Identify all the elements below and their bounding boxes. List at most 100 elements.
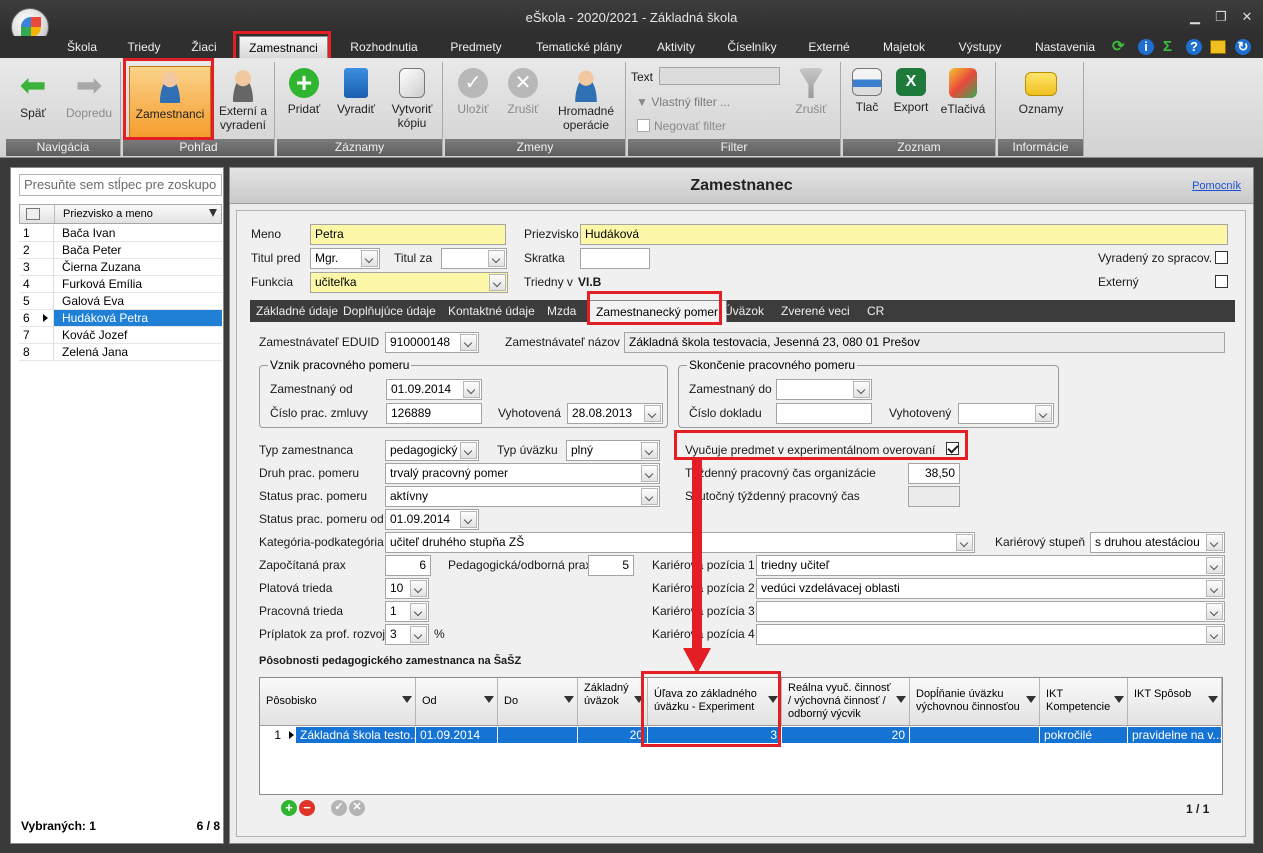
pracovna-trieda-select[interactable]: 1 (385, 601, 429, 622)
menu-nastavenia[interactable]: Nastavenia (1026, 36, 1104, 58)
funkcia-select[interactable]: učiteľka (310, 272, 508, 293)
col-ulava[interactable]: Úľava zo základného úväzku - Experiment (648, 678, 782, 726)
add-row-icon[interactable]: + (281, 800, 297, 816)
cell-ulava[interactable]: 3 (648, 727, 782, 743)
tyzdenny-cas-field[interactable]: 38,50 (908, 463, 960, 484)
col-ikt-sposob[interactable]: IKT Spôsob (1128, 678, 1222, 726)
do-date[interactable] (776, 379, 872, 400)
list-item[interactable]: 4 Furková Emília (19, 276, 222, 293)
status-select[interactable]: aktívny (385, 486, 660, 507)
col-od[interactable]: Od (416, 678, 498, 726)
filter-icon[interactable] (1208, 696, 1218, 706)
titul-za-select[interactable] (441, 248, 507, 269)
print-button[interactable]: Tlač (847, 66, 887, 140)
tab-cr[interactable]: CR (867, 300, 884, 322)
maximize-icon[interactable]: ❐ (1214, 10, 1228, 24)
delete-row-icon[interactable]: − (299, 800, 315, 816)
custom-filter-button[interactable]: ▼ Vlastný filter ... (636, 95, 730, 109)
menu-triedy[interactable]: Triedy (116, 36, 172, 58)
platova-trieda-select[interactable]: 10 (385, 578, 429, 599)
back-button[interactable]: ⬅ Späť (8, 66, 58, 140)
cell-doplnanie[interactable] (910, 727, 1040, 743)
cancel-row-icon[interactable]: ✕ (349, 800, 365, 816)
sum-icon[interactable]: Σ (1163, 38, 1172, 55)
col-posobisko[interactable]: Pôsobisko (260, 678, 416, 726)
od-date[interactable]: 01.09.2014 (386, 379, 482, 400)
tab-doplnujuce-udaje[interactable]: Doplňujúce údaje (343, 300, 436, 322)
list-item[interactable]: 5 Galová Eva (19, 293, 222, 310)
vyradeny-checkbox[interactable] (1215, 251, 1228, 264)
external-view-button[interactable]: Externí a vyradení (213, 66, 273, 140)
filter-text-input[interactable] (659, 67, 780, 85)
refresh-icon[interactable]: ⟳ (1112, 39, 1128, 55)
filter-icon[interactable] (896, 696, 906, 706)
sync-icon[interactable]: ↻ (1235, 39, 1251, 55)
list-item[interactable]: 3 Čierna Zuzana (19, 259, 222, 276)
zapocitana-prax-field[interactable]: 6 (385, 555, 431, 576)
cell-do[interactable] (498, 727, 578, 743)
col-do[interactable]: Do (498, 678, 578, 726)
filter-icon[interactable] (209, 209, 217, 217)
edu-select[interactable]: 910000148 (385, 332, 479, 353)
col-doplnanie[interactable]: Dopĺňanie úväzku výchovnou činnosťou (910, 678, 1040, 726)
menu-aktivity[interactable]: Aktivity (645, 36, 707, 58)
cell-ikt-kompetencie[interactable]: pokročilé (1040, 727, 1128, 743)
export-button[interactable]: X Export (891, 66, 931, 140)
doklad-field[interactable] (776, 403, 872, 424)
filter-icon[interactable] (1114, 696, 1124, 706)
employees-view-button[interactable]: Zamestnanci (129, 66, 211, 140)
menu-zamestnanci[interactable]: Zamestnanci (239, 36, 328, 58)
filter-cancel-button[interactable]: Zrušiť (788, 66, 834, 140)
karierova-pozicia-4-select[interactable] (756, 624, 1225, 645)
menu-externe[interactable]: Externé (797, 36, 861, 58)
list-item[interactable]: 1 Bača Ivan (19, 225, 222, 242)
confirm-row-icon[interactable]: ✓ (331, 800, 347, 816)
druh-select[interactable]: trvalý pracovný pomer (385, 463, 660, 484)
cell-od[interactable]: 01.09.2014 (416, 727, 498, 743)
menu-ciselniky[interactable]: Číselníky (720, 36, 784, 58)
menu-tematicke-plany[interactable]: Tematické plány (525, 36, 633, 58)
printer-small-icon[interactable] (1210, 40, 1226, 54)
bulk-operations-button[interactable]: Hromadné operácie (549, 66, 623, 140)
vyhotovena-date[interactable]: 28.08.2013 (567, 403, 663, 424)
minimize-icon[interactable]: ▁ (1188, 10, 1202, 24)
filter-icon[interactable] (484, 696, 494, 706)
copy-button[interactable]: Vytvoriť kópiu (383, 66, 441, 140)
eprint-button[interactable]: eTlačivá (937, 66, 989, 140)
save-button[interactable]: ✓ Uložiť (449, 66, 497, 140)
tab-uvazok[interactable]: Úväzok (724, 300, 764, 322)
tab-mzda[interactable]: Mzda (547, 300, 576, 322)
status-od-date[interactable]: 01.09.2014 (385, 509, 479, 530)
info-icon[interactable]: i (1138, 39, 1154, 55)
filter-icon[interactable] (402, 696, 412, 706)
cell-posobisko[interactable]: Základná škola testo... (296, 727, 416, 743)
priezvisko-field[interactable]: Hudáková (580, 224, 1228, 245)
notices-button[interactable]: Oznamy (1008, 66, 1074, 140)
help-icon[interactable]: ? (1186, 39, 1202, 55)
cancel-button[interactable]: ✕ Zrušiť (499, 66, 547, 140)
menu-majetok[interactable]: Majetok (872, 36, 936, 58)
pedagogicka-prax-field[interactable]: 5 (588, 555, 634, 576)
cell-zakladny[interactable]: 20 (578, 727, 648, 743)
externy-checkbox[interactable] (1215, 275, 1228, 288)
menu-predmety[interactable]: Predmety (440, 36, 512, 58)
experiment-checkbox[interactable] (946, 442, 959, 455)
menu-rozhodnutia[interactable]: Rozhodnutia (338, 36, 430, 58)
list-item[interactable]: 8 Zelená Jana (19, 344, 222, 361)
filter-icon[interactable] (768, 696, 778, 706)
priplatok-select[interactable]: 3 (385, 624, 429, 645)
karierova-pozicia-3-select[interactable] (756, 601, 1225, 622)
cell-ikt-sposob[interactable]: pravidelne na v... (1128, 727, 1222, 743)
typ-uvazku-select[interactable]: plný (566, 440, 660, 461)
skratka-field[interactable] (580, 248, 650, 269)
close-icon[interactable]: ✕ (1240, 10, 1254, 24)
list-item[interactable]: 7 Kováč Jozef (19, 327, 222, 344)
zmluva-field[interactable]: 126889 (386, 403, 482, 424)
tab-kontaktne-udaje[interactable]: Kontaktné údaje (448, 300, 535, 322)
group-by-box[interactable]: Presuňte sem stĺpec pre zoskupo (19, 174, 222, 196)
tab-zverene-veci[interactable]: Zverené veci (781, 300, 850, 322)
negate-filter-checkbox[interactable] (637, 119, 650, 132)
karierova-pozicia-2-select[interactable]: vedúci vzdelávacej oblasti (756, 578, 1225, 599)
list-item[interactable]: 2 Bača Peter (19, 242, 222, 259)
remove-button[interactable]: Vyradiť (331, 66, 381, 140)
